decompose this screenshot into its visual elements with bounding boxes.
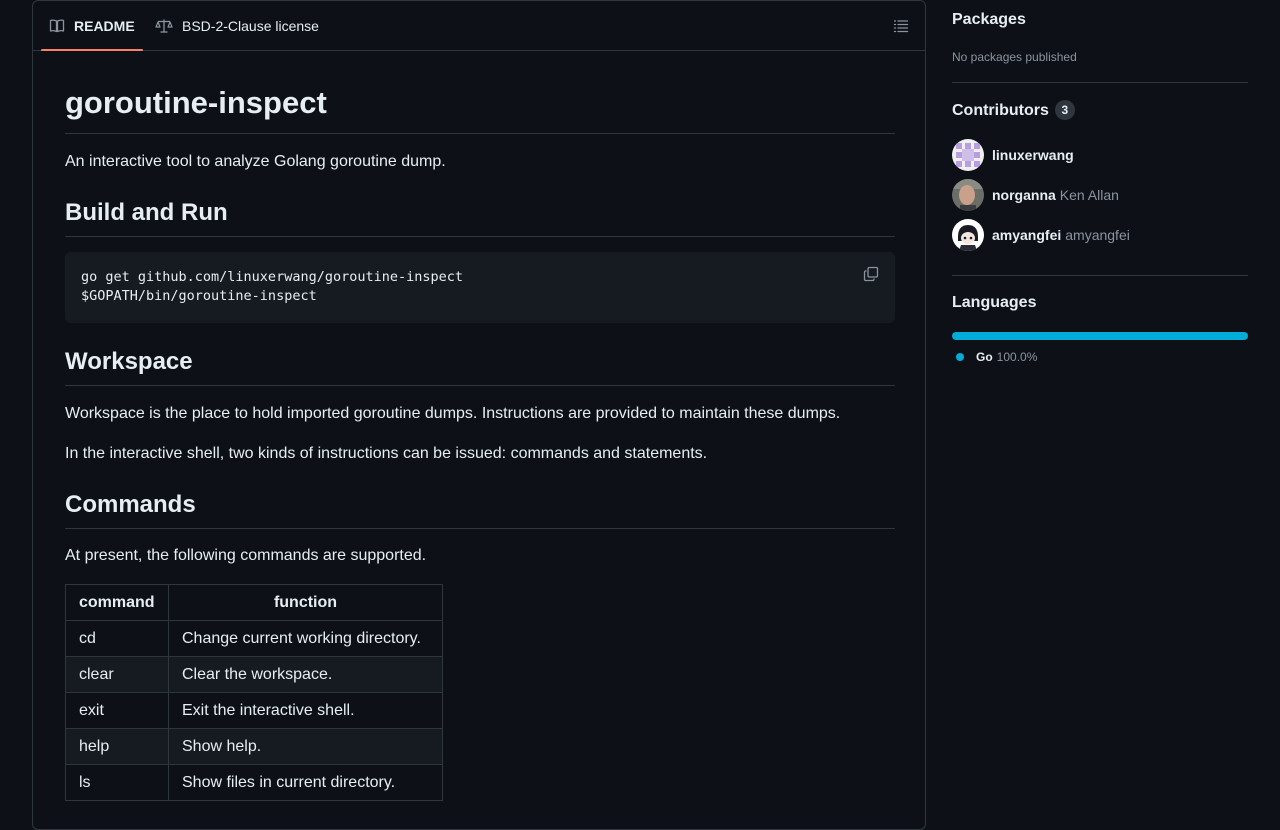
tab-license[interactable]: BSD-2-Clause license [155,1,319,50]
table-cell-command: clear [65,656,169,693]
code-block: go get github.com/linuxerwang/goroutine-… [65,252,895,323]
table-cell-function: Show files in current directory. [168,764,443,801]
active-tab-indicator [41,49,143,51]
languages-heading: Languages [952,294,1036,312]
contributor-item[interactable]: norganna Ken Allan [952,179,1119,211]
table-row: exit Exit the interactive shell. [65,692,443,729]
language-item-go[interactable]: Go 100.0% [956,350,1037,364]
packages-heading-label: Packages [952,11,1026,28]
workspace-paragraph-1: Workspace is the place to hold imported … [65,405,841,422]
table-cell-function: Clear the workspace. [168,656,443,693]
packages-heading[interactable]: Packages [952,11,1026,29]
no-packages-text: No packages published [952,50,1077,64]
table-cell-command: cd [65,620,169,657]
contributor-name: amyangfei [1065,227,1130,243]
readme-intro: An interactive tool to analyze Golang go… [65,153,446,170]
avatar [952,179,984,211]
avatar [952,139,984,171]
contributors-count-badge: 3 [1054,100,1075,120]
heading-build-and-run: Build and Run [65,198,895,237]
column-header-function: function [168,584,443,621]
table-row: clear Clear the workspace. [65,656,443,693]
book-icon [49,19,65,32]
language-name: Go [976,350,993,364]
copy-icon[interactable] [863,266,879,282]
column-header-command: command [65,584,169,621]
language-percent: 100.0% [996,350,1038,364]
commands-table: command function cd Change current worki… [65,584,443,801]
commands-intro: At present, the following commands are s… [65,547,427,564]
table-row: ls Show files in current directory. [65,764,443,801]
language-color-dot [956,353,964,361]
table-row: help Show help. [65,728,443,765]
readme-title: goroutine-inspect [65,83,895,134]
readme-tabs: README BSD-2-Clause license [33,1,925,51]
contributor-login: linuxerwang [992,147,1074,163]
tab-readme-label: README [74,17,135,34]
avatar [952,219,984,251]
contributor-login: amyangfei [992,227,1062,243]
readme-panel: README BSD-2-Clause license goroutine-in… [32,0,926,830]
sidebar-divider [952,82,1248,83]
heading-commands: Commands [65,490,895,529]
contributor-item[interactable]: linuxerwang [952,139,1074,171]
contributor-name: Ken Allan [1059,187,1119,203]
code-line: $GOPATH/bin/goroutine-inspect [81,288,317,304]
table-header-row: command function [65,584,443,621]
sidebar-divider [952,275,1248,276]
table-cell-function: Exit the interactive shell. [168,692,443,729]
contributor-login: norganna [992,187,1056,203]
contributors-heading[interactable]: Contributors 3 [952,100,1075,120]
workspace-paragraph-2: In the interactive shell, two kinds of i… [65,445,708,462]
contributor-item[interactable]: amyangfei amyangfei [952,219,1130,251]
table-cell-function: Show help. [168,728,443,765]
tab-license-label: BSD-2-Clause license [182,17,319,34]
table-row: cd Change current working directory. [65,620,443,657]
language-bar [952,332,1248,340]
heading-workspace: Workspace [65,347,895,386]
tab-readme[interactable]: README [41,1,143,51]
contributors-heading-label: Contributors [952,102,1049,119]
table-cell-command: exit [65,692,169,729]
law-icon [155,19,173,33]
table-cell-command: help [65,728,169,765]
languages-heading-label: Languages [952,294,1037,311]
code-line: go get github.com/linuxerwang/goroutine-… [81,269,464,285]
list-unordered-icon[interactable] [893,18,909,34]
table-cell-command: ls [65,764,169,801]
table-cell-function: Change current working directory. [168,620,443,657]
